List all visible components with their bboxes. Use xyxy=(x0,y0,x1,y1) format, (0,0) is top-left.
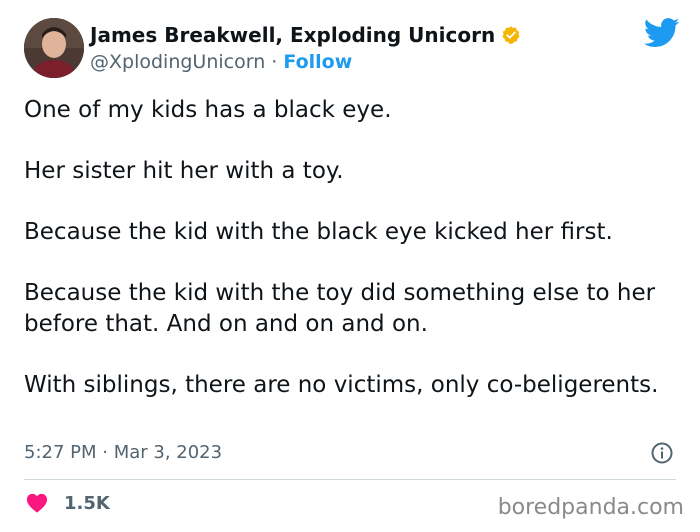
tweet-timestamp[interactable]: 5:27 PM · Mar 3, 2023 xyxy=(24,441,222,465)
tweet-paragraph: Because the kid with the toy did somethi… xyxy=(24,280,656,337)
handle-separator: · xyxy=(265,51,284,73)
author-avatar[interactable] xyxy=(24,18,84,78)
verified-badge-icon xyxy=(502,26,520,44)
info-icon[interactable] xyxy=(650,441,674,465)
author-handle-row: @XplodingUnicorn · Follow xyxy=(90,49,352,75)
like-button[interactable]: 1.5K xyxy=(26,492,110,514)
avatar-photo-icon xyxy=(24,18,84,78)
watermark: boredpanda.com xyxy=(497,495,684,520)
tweet-paragraph: With siblings, there are no victims, onl… xyxy=(24,371,659,398)
tweet-body: One of my kids has a black eye. Her sist… xyxy=(24,95,684,431)
like-count: 1.5K xyxy=(64,492,110,514)
follow-button[interactable]: Follow xyxy=(283,51,352,73)
author-handle[interactable]: @XplodingUnicorn xyxy=(90,51,265,73)
divider xyxy=(24,479,676,480)
tweet-paragraph: Because the kid with the black eye kicke… xyxy=(24,219,613,245)
tweet-paragraph: Her sister hit her with a toy. xyxy=(24,158,344,184)
author-name-row: James Breakwell, Exploding Unicorn xyxy=(90,22,521,48)
twitter-bird-icon[interactable] xyxy=(644,18,680,48)
tweet-paragraph: One of my kids has a black eye. xyxy=(24,97,392,123)
author-name[interactable]: James Breakwell, Exploding Unicorn xyxy=(90,22,495,48)
heart-icon xyxy=(26,493,48,513)
